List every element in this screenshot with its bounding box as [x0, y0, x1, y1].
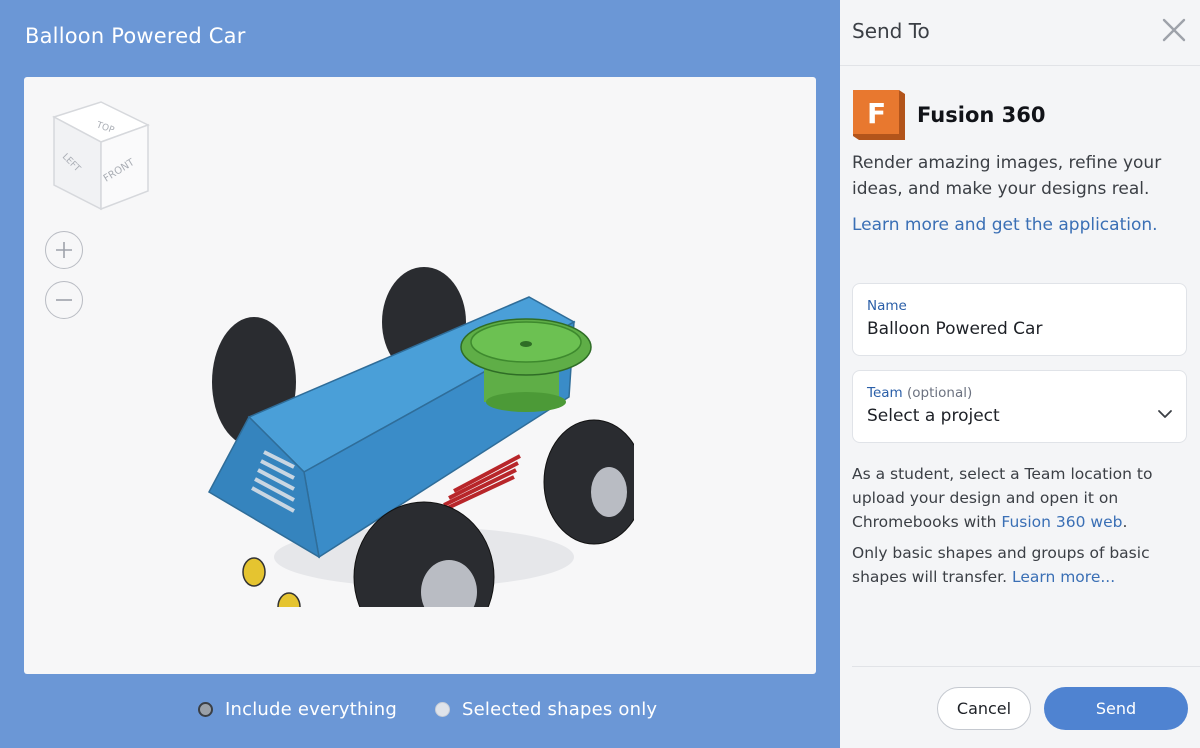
learn-more-shapes-link[interactable]: Learn more... [1012, 568, 1115, 586]
close-icon[interactable] [1158, 14, 1190, 46]
include-everything-option[interactable]: Include everything [198, 699, 397, 720]
panel-header: Send To [840, 0, 1200, 66]
car-model[interactable] [194, 227, 634, 607]
fusion-logo-letter: F [867, 97, 886, 130]
team-label-text: Team [867, 385, 903, 401]
name-field-label: Name [867, 298, 907, 314]
student-note: As a student, select a Team location to … [852, 462, 1182, 534]
name-field[interactable]: Name [852, 283, 1187, 356]
zoom-in-button[interactable] [45, 231, 83, 269]
team-field-label: Team (optional) [867, 385, 972, 401]
transfer-options: Include everything Selected shapes only [0, 690, 840, 730]
3d-viewport[interactable]: TOP LEFT FRONT [24, 77, 816, 674]
option-label: Selected shapes only [462, 699, 658, 720]
radio-selected-icon[interactable] [198, 702, 213, 717]
zoom-out-button[interactable] [45, 281, 83, 319]
plus-icon [56, 242, 72, 258]
view-cube[interactable]: TOP LEFT FRONT [46, 97, 156, 217]
learn-more-app-link[interactable]: Learn more and get the application. [852, 215, 1158, 235]
team-optional-text: (optional) [906, 385, 973, 401]
preview-title: Balloon Powered Car [25, 24, 246, 48]
fusion-web-link[interactable]: Fusion 360 web [1001, 513, 1122, 531]
name-input[interactable] [867, 319, 1167, 339]
product-header: F Fusion 360 [853, 90, 1045, 140]
send-to-panel: Send To F Fusion 360 Render amazing imag… [840, 0, 1200, 748]
shapes-note: Only basic shapes and groups of basic sh… [852, 541, 1182, 589]
minus-icon [56, 299, 72, 301]
cancel-button[interactable]: Cancel [937, 687, 1031, 730]
student-note-end: . [1122, 513, 1128, 531]
preview-area: Balloon Powered Car TOP LEFT FRONT Inclu… [0, 0, 840, 748]
team-select[interactable]: Team (optional) Select a project [852, 370, 1187, 443]
team-select-value: Select a project [867, 406, 1000, 426]
chevron-down-icon [1158, 410, 1172, 418]
product-name: Fusion 360 [917, 103, 1046, 127]
product-description: Render amazing images, refine your ideas… [852, 153, 1162, 199]
option-label: Include everything [225, 699, 397, 720]
selected-shapes-option[interactable]: Selected shapes only [435, 699, 657, 720]
fusion-360-logo: F [853, 90, 905, 140]
panel-title: Send To [852, 19, 930, 43]
radio-unselected-icon[interactable] [435, 702, 450, 717]
footer-divider [852, 666, 1200, 667]
send-button[interactable]: Send [1044, 687, 1188, 730]
